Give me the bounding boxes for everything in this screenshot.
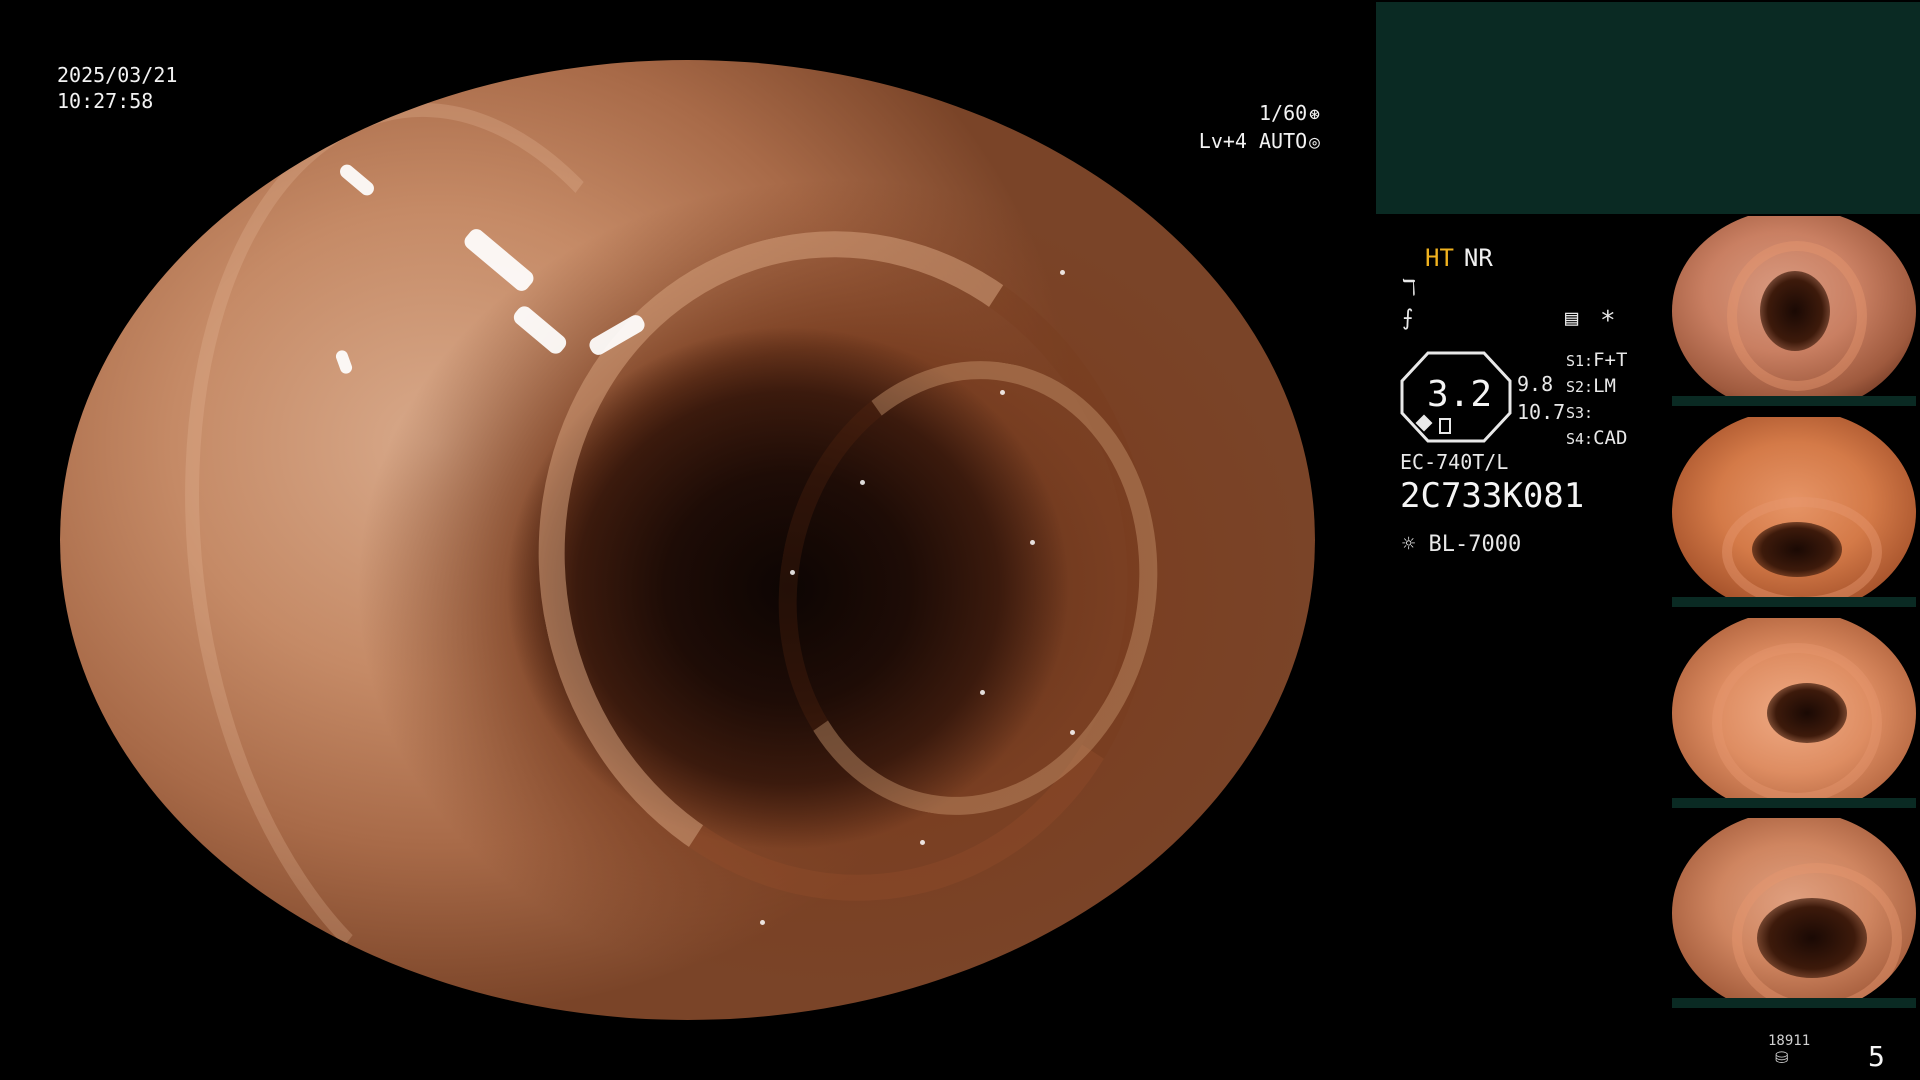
endoscopy-monitor: 2025/03/21 10:27:58 1/60 ⊛ Lv+4 AUTO ◎ HT N… xyxy=(0,0,1920,1080)
image-mode: HT NR xyxy=(1425,244,1493,272)
captured-thumbnail[interactable] xyxy=(1672,417,1916,607)
captured-thumbnail[interactable] xyxy=(1672,618,1916,808)
mode-nr: NR xyxy=(1463,244,1493,272)
shutter-row: 1/60 ⊛ xyxy=(1199,100,1320,128)
disk-icon: ⛁ xyxy=(1775,1048,1789,1067)
scope-model: EC-740T/L xyxy=(1400,450,1509,474)
switch-s2: S2:LM xyxy=(1566,375,1616,397)
light-source-model: BL-7000 xyxy=(1428,532,1522,557)
thumbnail-lumen xyxy=(1760,271,1830,351)
bubble xyxy=(1070,730,1075,735)
bubble xyxy=(860,480,865,485)
thumbnail-bar xyxy=(1672,396,1916,406)
switch-s1: S1:F+T xyxy=(1566,349,1628,371)
thumbnail-bar xyxy=(1672,597,1916,607)
bubble xyxy=(920,840,925,845)
switch-s4: S4:CAD xyxy=(1566,427,1628,449)
thumbnail-bar xyxy=(1672,998,1916,1008)
document-icon: ▤ xyxy=(1565,306,1579,331)
exposure-status: 1/60 ⊛ Lv+4 AUTO ◎ xyxy=(1199,100,1320,156)
thumbnail-lumen xyxy=(1757,898,1867,978)
shutter-speed: 1/60 xyxy=(1258,101,1308,125)
timestamp: 2025/03/21 10:27:58 xyxy=(57,62,177,114)
contrast-icon: ⨍ xyxy=(1402,306,1414,331)
bubble xyxy=(760,920,765,925)
level-row: Lv+4 AUTO ◎ xyxy=(1199,128,1320,156)
capture-id: 18911 xyxy=(1768,1033,1811,1049)
zoom-side-bottom: 10.7 xyxy=(1517,400,1566,424)
captured-thumbnail[interactable] xyxy=(1672,216,1916,406)
brightness-level: Lv+4 AUTO xyxy=(1198,129,1308,153)
bubble xyxy=(790,570,795,575)
endoscope-live-view xyxy=(60,60,1315,1020)
bubble xyxy=(1030,540,1035,545)
zoom-side-top: 9.8 xyxy=(1517,372,1554,396)
light-source: ☼ BL-7000 xyxy=(1402,532,1521,557)
thumbnail-lumen xyxy=(1767,683,1847,743)
bubble xyxy=(1060,270,1065,275)
zoom-value: 3.2 xyxy=(1427,374,1493,415)
edge-enhance-icon: ℸ xyxy=(1402,276,1417,301)
aperture-icon: ⊛ xyxy=(1309,104,1320,125)
bubble xyxy=(980,690,985,695)
bubble xyxy=(1000,390,1005,395)
scope-serial: 2C733K081 xyxy=(1400,476,1585,516)
switch-assignments: S1:F+T S2:LM S3: S4:CAD xyxy=(1566,348,1627,452)
thumbnail-header-box xyxy=(1376,2,1920,214)
light-reflection xyxy=(431,60,463,85)
star-mark: * xyxy=(1600,306,1616,336)
capture-count: 5 xyxy=(1868,1040,1885,1073)
iris-icon: ◎ xyxy=(1309,132,1320,153)
date-text: 2025/03/21 xyxy=(57,63,178,87)
mode-ht: HT xyxy=(1425,244,1454,272)
switch-s3: S3: xyxy=(1566,404,1594,422)
sun-icon: ☼ xyxy=(1402,532,1416,557)
thumbnail-bar xyxy=(1672,798,1916,808)
thumbnail-lumen xyxy=(1752,522,1842,577)
captured-thumbnail[interactable] xyxy=(1672,818,1916,1008)
time-text: 10:27:58 xyxy=(57,89,154,113)
